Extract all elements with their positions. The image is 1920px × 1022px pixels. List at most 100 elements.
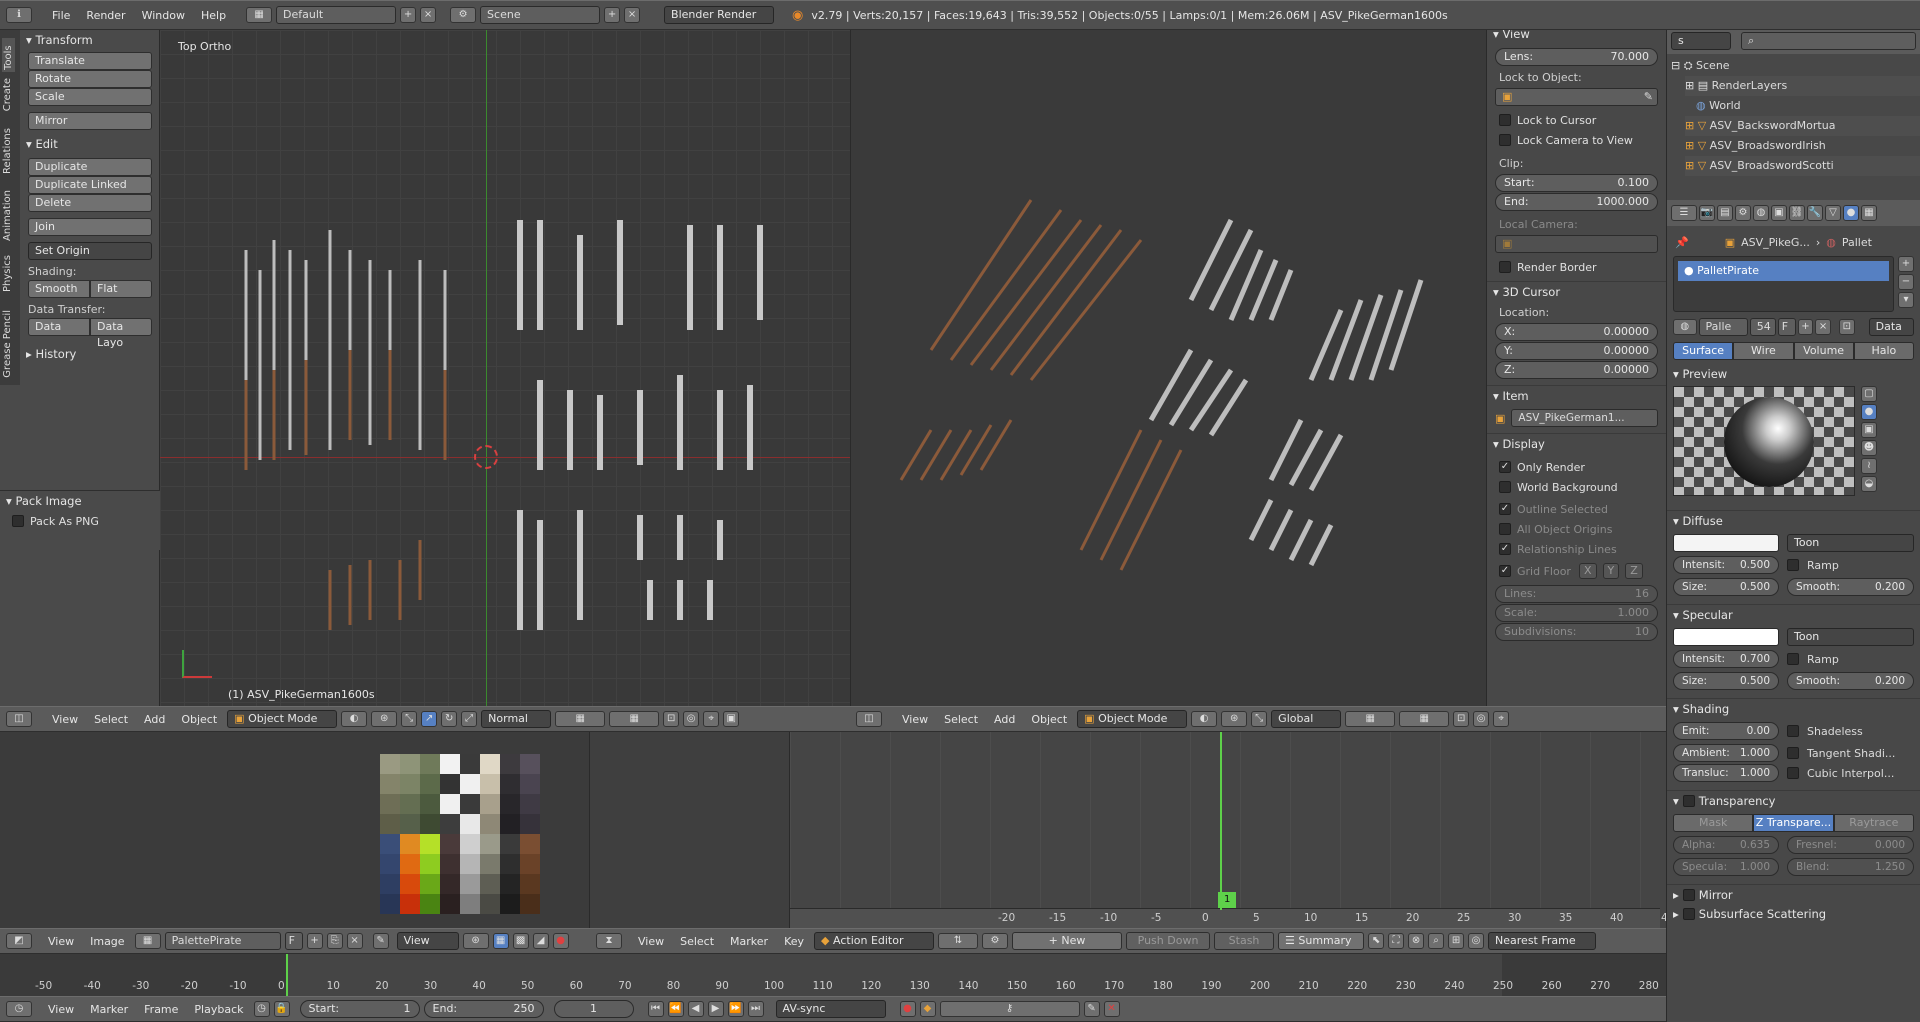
lock-camera-icon[interactable]: ⊡ xyxy=(663,711,680,727)
add-scene-icon[interactable]: + xyxy=(604,7,621,23)
preview-cube-icon[interactable]: ▣ xyxy=(1861,422,1877,438)
sync-select[interactable]: AV-sync xyxy=(775,1000,886,1018)
sss-panel-header[interactable]: ▸ Subsurface Scattering xyxy=(1667,904,1920,924)
axis-y-toggle[interactable]: Y xyxy=(1602,563,1620,579)
grid-scale-field[interactable]: Scale: 1.000 xyxy=(1495,604,1658,622)
set-origin-select[interactable]: Set Origin xyxy=(28,242,152,260)
channels-icon[interactable]: ▦ xyxy=(492,933,509,949)
left-menu-select[interactable]: Select xyxy=(88,713,134,726)
end-frame-field[interactable]: End: 250 xyxy=(423,1000,544,1018)
rotate-manip-icon[interactable]: ↻ xyxy=(441,711,458,727)
proportional-icon-2[interactable]: ◎ xyxy=(1473,711,1490,727)
item-name-field[interactable]: ASV_PikeGerman1... xyxy=(1511,409,1658,427)
data-layout-button[interactable]: Data Layo xyxy=(90,318,152,349)
all-origins-box[interactable] xyxy=(1499,523,1511,535)
play-icon[interactable]: ▶ xyxy=(707,1001,724,1017)
left-menu-view[interactable]: View xyxy=(46,713,84,726)
grid-floor-checkbox[interactable]: ✓ Grid Floor X Y Z xyxy=(1487,561,1666,581)
delete-key-icon[interactable]: ✕ xyxy=(1103,1001,1120,1017)
image-fake-user[interactable]: F xyxy=(284,932,303,950)
preview-sky-icon[interactable]: ◒ xyxy=(1861,476,1877,492)
diffuse-panel-header[interactable]: ▾ Diffuse xyxy=(1667,510,1920,530)
ghost-icon[interactable]: ⛶ xyxy=(1388,933,1405,949)
relationship-lines-box[interactable]: ✓ xyxy=(1499,543,1511,555)
duplicate-button[interactable]: Duplicate xyxy=(28,158,152,176)
item-panel-header[interactable]: ▾ Item xyxy=(1487,385,1666,405)
play-reverse-icon[interactable]: ◀ xyxy=(687,1001,704,1017)
grid-subdiv-field[interactable]: Subdivisions: 10 xyxy=(1495,623,1658,641)
z-transparency-mode[interactable]: Z Transpare... xyxy=(1753,814,1834,832)
3d-cursor-panel-header[interactable]: ▾ 3D Cursor xyxy=(1487,281,1666,301)
render-border-box[interactable] xyxy=(1499,261,1511,273)
alpha-icon[interactable]: ▩ xyxy=(512,933,529,949)
alpha-field[interactable]: Alpha: 0.635 xyxy=(1673,836,1779,854)
volume-tab[interactable]: Volume xyxy=(1793,342,1854,360)
object-tab-icon[interactable]: ▣ xyxy=(1771,205,1787,221)
constraints-tab-icon[interactable]: ⛓ xyxy=(1789,205,1805,221)
image-menu-image[interactable]: Image xyxy=(84,935,130,948)
jump-start-icon[interactable]: ⏮ xyxy=(647,1001,664,1017)
right-menu-view[interactable]: View xyxy=(896,713,934,726)
render-border-checkbox[interactable]: Render Border xyxy=(1487,257,1666,277)
image-browse-icon[interactable]: ▦ xyxy=(134,933,161,949)
world-tab-icon[interactable]: ◍ xyxy=(1753,205,1769,221)
specular-intensity-field[interactable]: Intensit: 0.700 xyxy=(1673,650,1779,668)
action-editor[interactable]: -20-15-10-50510152025303540455055 1 xyxy=(590,732,1666,928)
lock-to-cursor-checkbox[interactable]: Lock to Cursor xyxy=(1487,110,1666,130)
left-menu-object[interactable]: Object xyxy=(175,713,223,726)
cursor-z-field[interactable]: Z: 0.00000 xyxy=(1495,361,1658,379)
layer-prev-icon[interactable]: ⇅ xyxy=(938,933,979,949)
image-menu-view[interactable]: View xyxy=(42,935,80,948)
flat-button[interactable]: Flat xyxy=(90,280,152,298)
dope-menu-view[interactable]: View xyxy=(632,935,670,948)
edit-panel-header[interactable]: ▾ Edit xyxy=(20,134,160,154)
cursor-y-field[interactable]: Y: 0.00000 xyxy=(1495,342,1658,360)
specular-color-swatch[interactable] xyxy=(1673,628,1779,646)
tab-tools[interactable]: Tools xyxy=(2,38,15,72)
grid-floor-box[interactable]: ✓ xyxy=(1499,565,1511,577)
image-view-select[interactable]: View xyxy=(396,932,459,950)
pin-icon[interactable]: 📌 xyxy=(1675,236,1689,249)
menu-window[interactable]: Window xyxy=(136,9,191,22)
mask-mode[interactable]: Mask xyxy=(1673,814,1754,832)
stash-button[interactable]: Stash xyxy=(1214,932,1275,950)
layers-grid-3-icon[interactable]: ▦ xyxy=(1345,711,1396,727)
join-button[interactable]: Join xyxy=(28,218,152,236)
data-button[interactable]: Data xyxy=(28,318,90,336)
action-browse-icon[interactable]: ⚙ xyxy=(982,933,1009,949)
timeline-menu-playback[interactable]: Playback xyxy=(188,1003,249,1016)
relationship-lines-checkbox[interactable]: ✓ Relationship Lines xyxy=(1487,539,1666,559)
layout-grid-icon[interactable]: ▦ xyxy=(246,7,273,23)
viewport-perspective[interactable] xyxy=(850,30,1486,706)
dope-menu-select[interactable]: Select xyxy=(674,935,720,948)
sss-checkbox[interactable] xyxy=(1682,908,1695,920)
clip-start-field[interactable]: Start: 0.100 xyxy=(1495,174,1658,192)
delete-button[interactable]: Delete xyxy=(28,194,152,212)
image-editor[interactable] xyxy=(0,732,590,928)
outline-selected-box[interactable]: ✓ xyxy=(1499,503,1511,515)
clip-end-field[interactable]: End: 1000.000 xyxy=(1495,193,1658,211)
tab-animation[interactable]: Animation xyxy=(2,190,13,241)
mirror-button[interactable]: Mirror xyxy=(28,112,152,130)
eyedropper-icon[interactable]: ✎ xyxy=(1644,89,1653,105)
transluc-field[interactable]: Transluc: 1.000 xyxy=(1673,764,1779,782)
world-background-checkbox[interactable]: World Background xyxy=(1487,477,1666,497)
outliner-row-0[interactable]: ⊟ ⛭ Scene xyxy=(1671,56,1920,76)
slot-menu-icon[interactable]: ▾ xyxy=(1898,292,1914,308)
grid-lines-field[interactable]: Lines: 16 xyxy=(1495,585,1658,603)
transparency-panel-header[interactable]: ▾ Transparency xyxy=(1667,790,1920,810)
right-menu-object[interactable]: Object xyxy=(1025,713,1073,726)
tab-grease-pencil[interactable]: Grease Pencil xyxy=(2,310,13,378)
diffuse-color-swatch[interactable] xyxy=(1673,534,1779,552)
outline-selected-checkbox[interactable]: ✓ Outline Selected xyxy=(1487,499,1666,519)
node-toggle-icon[interactable]: ⊡ xyxy=(1838,319,1855,335)
shading-panel-header[interactable]: ▾ Shading xyxy=(1667,698,1920,718)
right-menu-select[interactable]: Select xyxy=(938,713,984,726)
jump-keyframe-fwd-icon[interactable]: ⏩ xyxy=(727,1001,744,1017)
render-tab-icon[interactable]: 📷 xyxy=(1699,205,1715,221)
start-frame-field[interactable]: Start: 1 xyxy=(299,1000,420,1018)
lock-camera-checkbox[interactable]: Lock Camera to View xyxy=(1487,130,1666,150)
material-name-field[interactable]: Palle xyxy=(1698,318,1748,336)
new-material-icon[interactable]: + xyxy=(1797,319,1814,335)
pack-image-header[interactable]: ▾ Pack Image xyxy=(0,491,160,511)
